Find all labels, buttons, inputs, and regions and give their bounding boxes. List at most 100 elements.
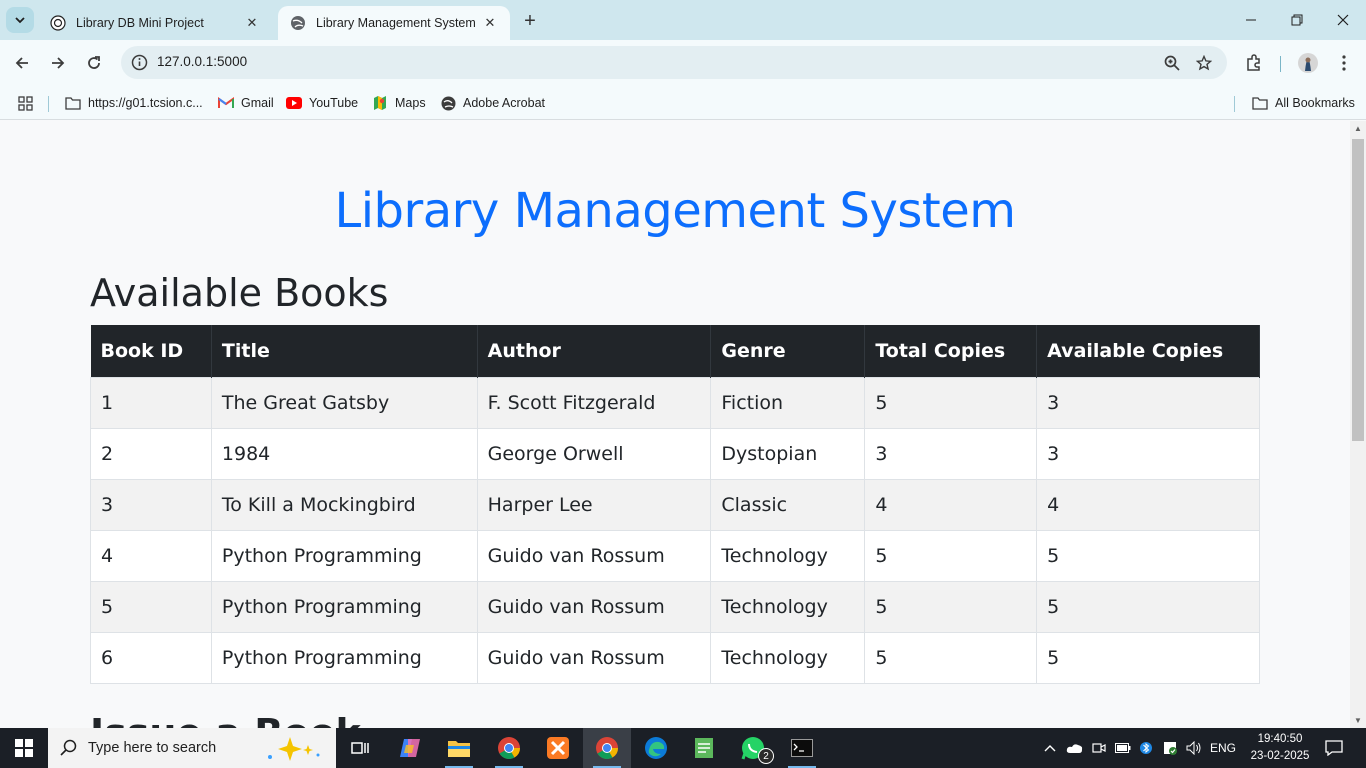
battery-icon (1115, 743, 1131, 753)
table-header-row: Book ID Title Author Genre Total Copies … (90, 325, 1260, 377)
cell-total-copies: 5 (864, 529, 1038, 582)
bookmark-gmail[interactable]: Gmail (218, 92, 274, 114)
notifications-button[interactable] (1320, 728, 1348, 768)
address-bar[interactable]: 127.0.0.1:5000 (121, 46, 1227, 79)
cell-author: George Orwell (476, 427, 712, 480)
youtube-icon (286, 95, 302, 111)
cell-genre: Dystopian (710, 427, 866, 480)
taskbar-search[interactable]: Type here to search (48, 728, 336, 768)
bookmark-tcsion[interactable]: https://g01.tcsion.c... (65, 92, 203, 114)
profile-avatar[interactable] (1297, 52, 1319, 74)
forward-button[interactable] (44, 49, 72, 77)
gmail-icon (218, 95, 234, 111)
notification-badge: 2 (758, 748, 774, 764)
chevron-up-icon (1044, 745, 1056, 752)
cell-book-id: 6 (90, 631, 212, 684)
column-header-title: Title (211, 325, 478, 377)
cell-title: Python Programming (210, 529, 478, 582)
cell-available-copies: 3 (1036, 427, 1260, 480)
cell-genre: Technology (710, 580, 866, 633)
bookmark-maps[interactable]: Maps (372, 92, 426, 114)
site-info-icon[interactable] (131, 54, 148, 71)
taskbar-chrome[interactable] (485, 728, 533, 768)
bookmark-adobe-acrobat[interactable]: Adobe Acrobat (440, 92, 545, 114)
cell-author: Harper Lee (476, 478, 712, 531)
windows-taskbar: Type here to search 2 ENG 19:40:50 23-02… (0, 728, 1366, 768)
column-header-author: Author (477, 325, 712, 377)
bookmark-youtube[interactable]: YouTube (286, 92, 358, 114)
back-button[interactable] (8, 49, 36, 77)
scroll-up-icon[interactable]: ▲ (1354, 124, 1362, 133)
page-title: Library Management System (334, 183, 1016, 239)
show-hidden-icons-button[interactable] (1040, 728, 1060, 768)
minimize-button[interactable] (1228, 0, 1274, 40)
table-row: 1 The Great Gatsby F. Scott Fitzgerald F… (90, 376, 1260, 429)
cloud-sync-icon (1066, 744, 1083, 753)
tab-title: Library DB Mini Project (76, 16, 204, 30)
page-scrollbar[interactable]: ▲ ▼ (1350, 121, 1366, 728)
section-title-available-books: Available Books (90, 271, 389, 315)
cell-available-copies: 4 (1036, 478, 1260, 531)
volume-tray[interactable] (1184, 728, 1204, 768)
reload-button[interactable] (80, 49, 108, 77)
taskbar-copilot[interactable] (386, 728, 434, 768)
cell-genre: Classic (710, 478, 866, 531)
cell-book-id: 4 (90, 529, 212, 582)
copilot-icon (400, 739, 420, 757)
taskbar-edge[interactable] (632, 728, 680, 768)
globe-icon (290, 15, 306, 31)
extensions-icon[interactable] (1243, 52, 1265, 74)
clock[interactable]: 19:40:50 23-02-2025 (1240, 731, 1320, 765)
all-bookmarks-button[interactable]: All Bookmarks (1252, 92, 1355, 114)
taskbar-xampp[interactable] (534, 728, 582, 768)
scroll-down-icon[interactable]: ▼ (1354, 716, 1362, 725)
apps-button[interactable] (18, 92, 33, 114)
scrollbar-thumb[interactable] (1352, 139, 1364, 441)
zoom-icon[interactable] (1163, 54, 1181, 72)
bookmark-star-icon[interactable] (1195, 54, 1213, 72)
taskbar-notepad[interactable] (680, 728, 728, 768)
restore-button[interactable] (1274, 0, 1320, 40)
books-table: Book ID Title Author Genre Total Copies … (90, 325, 1260, 684)
notepad-icon (695, 738, 713, 758)
taskbar-whatsapp[interactable]: 2 (729, 728, 777, 768)
menu-kebab-icon[interactable] (1333, 52, 1355, 74)
column-header-genre: Genre (710, 325, 866, 377)
column-header-book-id: Book ID (90, 325, 212, 377)
onedrive-tray[interactable] (1064, 728, 1086, 768)
close-icon[interactable]: ✕ (482, 15, 498, 31)
cell-total-copies: 5 (864, 376, 1038, 429)
cell-author: Guido van Rossum (476, 631, 712, 684)
task-view-button[interactable] (336, 728, 384, 768)
cell-available-copies: 5 (1036, 529, 1260, 582)
tab-library-management[interactable]: Library Management System ✕ (278, 6, 510, 40)
column-header-total-copies: Total Copies (864, 325, 1038, 377)
bluetooth-tray[interactable] (1138, 728, 1154, 768)
bookmark-label: Adobe Acrobat (463, 96, 546, 110)
meet-now-tray[interactable] (1090, 728, 1108, 768)
close-icon[interactable]: ✕ (244, 15, 260, 31)
battery-tray[interactable] (1113, 728, 1133, 768)
speaker-icon (1186, 741, 1201, 755)
cell-genre: Technology (710, 529, 866, 582)
new-tab-button[interactable]: + (518, 9, 542, 33)
cell-book-id: 5 (90, 580, 212, 633)
close-window-button[interactable] (1320, 0, 1366, 40)
start-button[interactable] (0, 728, 48, 768)
tab-library-db[interactable]: Library DB Mini Project ✕ (38, 6, 272, 40)
cell-genre: Technology (710, 631, 866, 684)
language-indicator[interactable]: ENG (1206, 728, 1240, 768)
taskbar-file-explorer[interactable] (435, 728, 483, 768)
terminal-icon (791, 739, 813, 757)
restore-icon (1291, 14, 1303, 26)
taskbar-terminal[interactable] (778, 728, 826, 768)
taskbar-chrome-active[interactable] (583, 728, 631, 768)
clock-time: 19:40:50 (1257, 733, 1303, 745)
bookmark-label: https://g01.tcsion.c... (88, 96, 203, 110)
minimize-icon (1246, 19, 1256, 21)
globe-icon (440, 95, 456, 111)
bookmarks-divider (1234, 96, 1235, 112)
security-tray[interactable] (1160, 728, 1180, 768)
tab-search-button[interactable] (6, 7, 34, 33)
all-bookmarks-label: All Bookmarks (1275, 96, 1355, 110)
